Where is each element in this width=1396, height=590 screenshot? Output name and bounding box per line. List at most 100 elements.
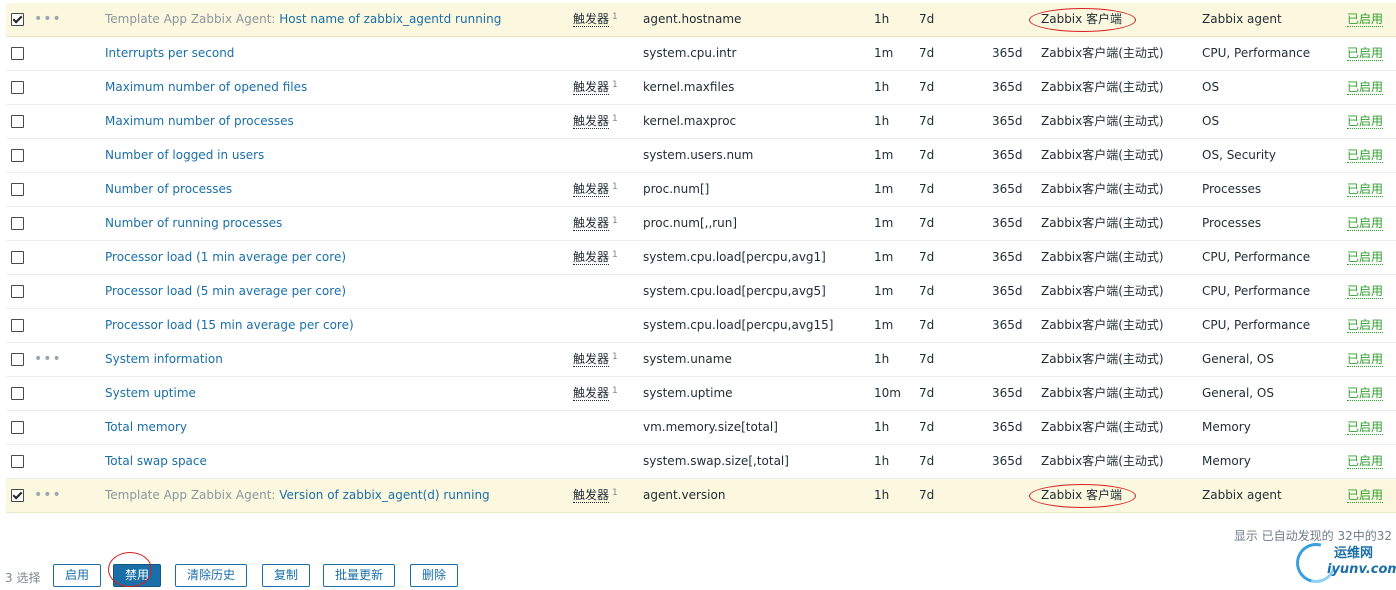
update-interval: 1m	[874, 148, 894, 162]
row-checkbox[interactable]	[11, 115, 24, 128]
status-enabled-link[interactable]: 已启用	[1347, 47, 1384, 61]
row-checkbox[interactable]	[11, 455, 24, 468]
template-link[interactable]: Template App Zabbix Agent	[105, 12, 271, 26]
more-options-icon[interactable]: •••	[34, 3, 62, 36]
item-name-link[interactable]: Number of processes	[105, 182, 232, 196]
row-checkbox[interactable]	[11, 319, 24, 332]
copy-button[interactable]: 复制	[262, 564, 311, 587]
item-type: Zabbix客户端(主动式)	[1041, 216, 1164, 230]
triggers-link[interactable]: 触发器	[573, 387, 610, 401]
applications: Memory	[1202, 454, 1251, 468]
template-link[interactable]: Template App Zabbix Agent	[105, 488, 271, 502]
action-bar: 3 选择 启用 禁用 清除历史 复制 批量更新 删除	[0, 552, 1396, 587]
triggers-link[interactable]: 触发器	[573, 353, 610, 367]
triggers-count: 1	[612, 80, 618, 90]
status-enabled-link[interactable]: 已启用	[1347, 251, 1384, 265]
row-checkbox[interactable]	[11, 81, 24, 94]
item-type: Zabbix 客户端	[1041, 488, 1123, 502]
item-key: system.users.num	[643, 148, 754, 162]
triggers-link[interactable]: 触发器	[573, 217, 610, 231]
item-name-cell: Number of logged in users	[105, 139, 264, 172]
triggers-link[interactable]: 触发器	[573, 81, 610, 95]
item-name-link[interactable]: Version of zabbix_agent(d) running	[279, 488, 489, 502]
update-interval: 1h	[874, 114, 890, 128]
status-enabled-link[interactable]: 已启用	[1347, 319, 1384, 333]
mass-update-button[interactable]: 批量更新	[323, 564, 396, 587]
item-row: Interrupts per second system.cpu.intr 1m 7d…	[6, 37, 1396, 71]
triggers-link[interactable]: 触发器	[573, 183, 610, 197]
row-checkbox[interactable]	[11, 183, 24, 196]
update-interval: 1h	[874, 420, 890, 434]
item-name-cell: System information	[105, 343, 223, 376]
item-name-link[interactable]: System information	[105, 352, 223, 366]
applications: CPU, Performance	[1202, 46, 1311, 60]
status-enabled-link[interactable]: 已启用	[1347, 353, 1384, 367]
enable-button[interactable]: 启用	[53, 564, 102, 587]
status-enabled-link[interactable]: 已启用	[1347, 183, 1384, 197]
row-checkbox[interactable]	[11, 217, 24, 230]
status-enabled-link[interactable]: 已启用	[1347, 217, 1384, 231]
item-type: Zabbix 客户端	[1041, 12, 1123, 26]
selected-count: 3 选择	[5, 571, 41, 585]
trends-period: 365d	[992, 454, 1023, 468]
item-name-link[interactable]: Number of running processes	[105, 216, 282, 230]
row-checkbox[interactable]	[11, 353, 24, 366]
item-name-link[interactable]: Host name of zabbix_agentd running	[279, 12, 501, 26]
row-checkbox[interactable]	[11, 489, 24, 502]
applications: OS	[1202, 80, 1220, 94]
triggers-link[interactable]: 触发器	[573, 13, 610, 27]
item-type: Zabbix客户端(主动式)	[1041, 114, 1164, 128]
item-name-link[interactable]: Processor load (1 min average per core)	[105, 250, 346, 264]
row-checkbox[interactable]	[11, 47, 24, 60]
more-options-icon[interactable]: •••	[34, 479, 62, 512]
item-type: Zabbix客户端(主动式)	[1041, 284, 1164, 298]
triggers-count: 1	[612, 182, 618, 192]
item-key: system.swap.size[,total]	[643, 454, 789, 468]
update-interval: 1m	[874, 250, 894, 264]
applications: OS, Security	[1202, 148, 1276, 162]
item-name-link[interactable]: Processor load (5 min average per core)	[105, 284, 346, 298]
row-checkbox[interactable]	[11, 251, 24, 264]
status-enabled-link[interactable]: 已启用	[1347, 455, 1384, 469]
status-enabled-link[interactable]: 已启用	[1347, 13, 1384, 27]
status-enabled-link[interactable]: 已启用	[1347, 421, 1384, 435]
item-name-link[interactable]: System uptime	[105, 386, 196, 400]
row-checkbox[interactable]	[11, 421, 24, 434]
item-name-cell: Maximum number of processes	[105, 105, 294, 138]
status-enabled-link[interactable]: 已启用	[1347, 489, 1384, 503]
item-name-link[interactable]: Processor load (15 min average per core)	[105, 318, 354, 332]
triggers-link[interactable]: 触发器	[573, 115, 610, 129]
status-enabled-link[interactable]: 已启用	[1347, 285, 1384, 299]
triggers-count: 1	[612, 386, 618, 396]
triggers-link[interactable]: 触发器	[573, 489, 610, 503]
row-checkbox[interactable]	[11, 387, 24, 400]
delete-button[interactable]: 删除	[410, 564, 459, 587]
item-name-link[interactable]: Number of logged in users	[105, 148, 264, 162]
item-name-link[interactable]: Total swap space	[105, 454, 207, 468]
clear-history-button[interactable]: 清除历史	[175, 564, 248, 587]
update-interval: 1m	[874, 318, 894, 332]
row-checkbox[interactable]	[11, 149, 24, 162]
row-checkbox[interactable]	[11, 285, 24, 298]
item-name-link[interactable]: Maximum number of opened files	[105, 80, 307, 94]
more-options-icon[interactable]: •••	[34, 343, 62, 376]
item-name-link[interactable]: Total memory	[105, 420, 187, 434]
watermark-cn: 运维网	[1334, 546, 1374, 561]
status-enabled-link[interactable]: 已启用	[1347, 387, 1384, 401]
triggers-cell: 触发器 1	[573, 3, 618, 36]
triggers-cell: 触发器 1	[573, 377, 618, 410]
row-checkbox[interactable]	[11, 13, 24, 26]
triggers-cell: 触发器 1	[573, 479, 618, 512]
watermark-logo: 运维网 iyunv.com	[1288, 535, 1396, 590]
update-interval: 1m	[874, 284, 894, 298]
triggers-cell: 触发器 1	[573, 173, 618, 206]
status-enabled-link[interactable]: 已启用	[1347, 81, 1384, 95]
item-name-link[interactable]: Interrupts per second	[105, 46, 234, 60]
item-name-link[interactable]: Maximum number of processes	[105, 114, 294, 128]
update-interval: 1h	[874, 352, 890, 366]
triggers-link[interactable]: 触发器	[573, 251, 610, 265]
applications: CPU, Performance	[1202, 284, 1311, 298]
status-enabled-link[interactable]: 已启用	[1347, 149, 1384, 163]
status-enabled-link[interactable]: 已启用	[1347, 115, 1384, 129]
item-key: agent.version	[643, 488, 726, 502]
